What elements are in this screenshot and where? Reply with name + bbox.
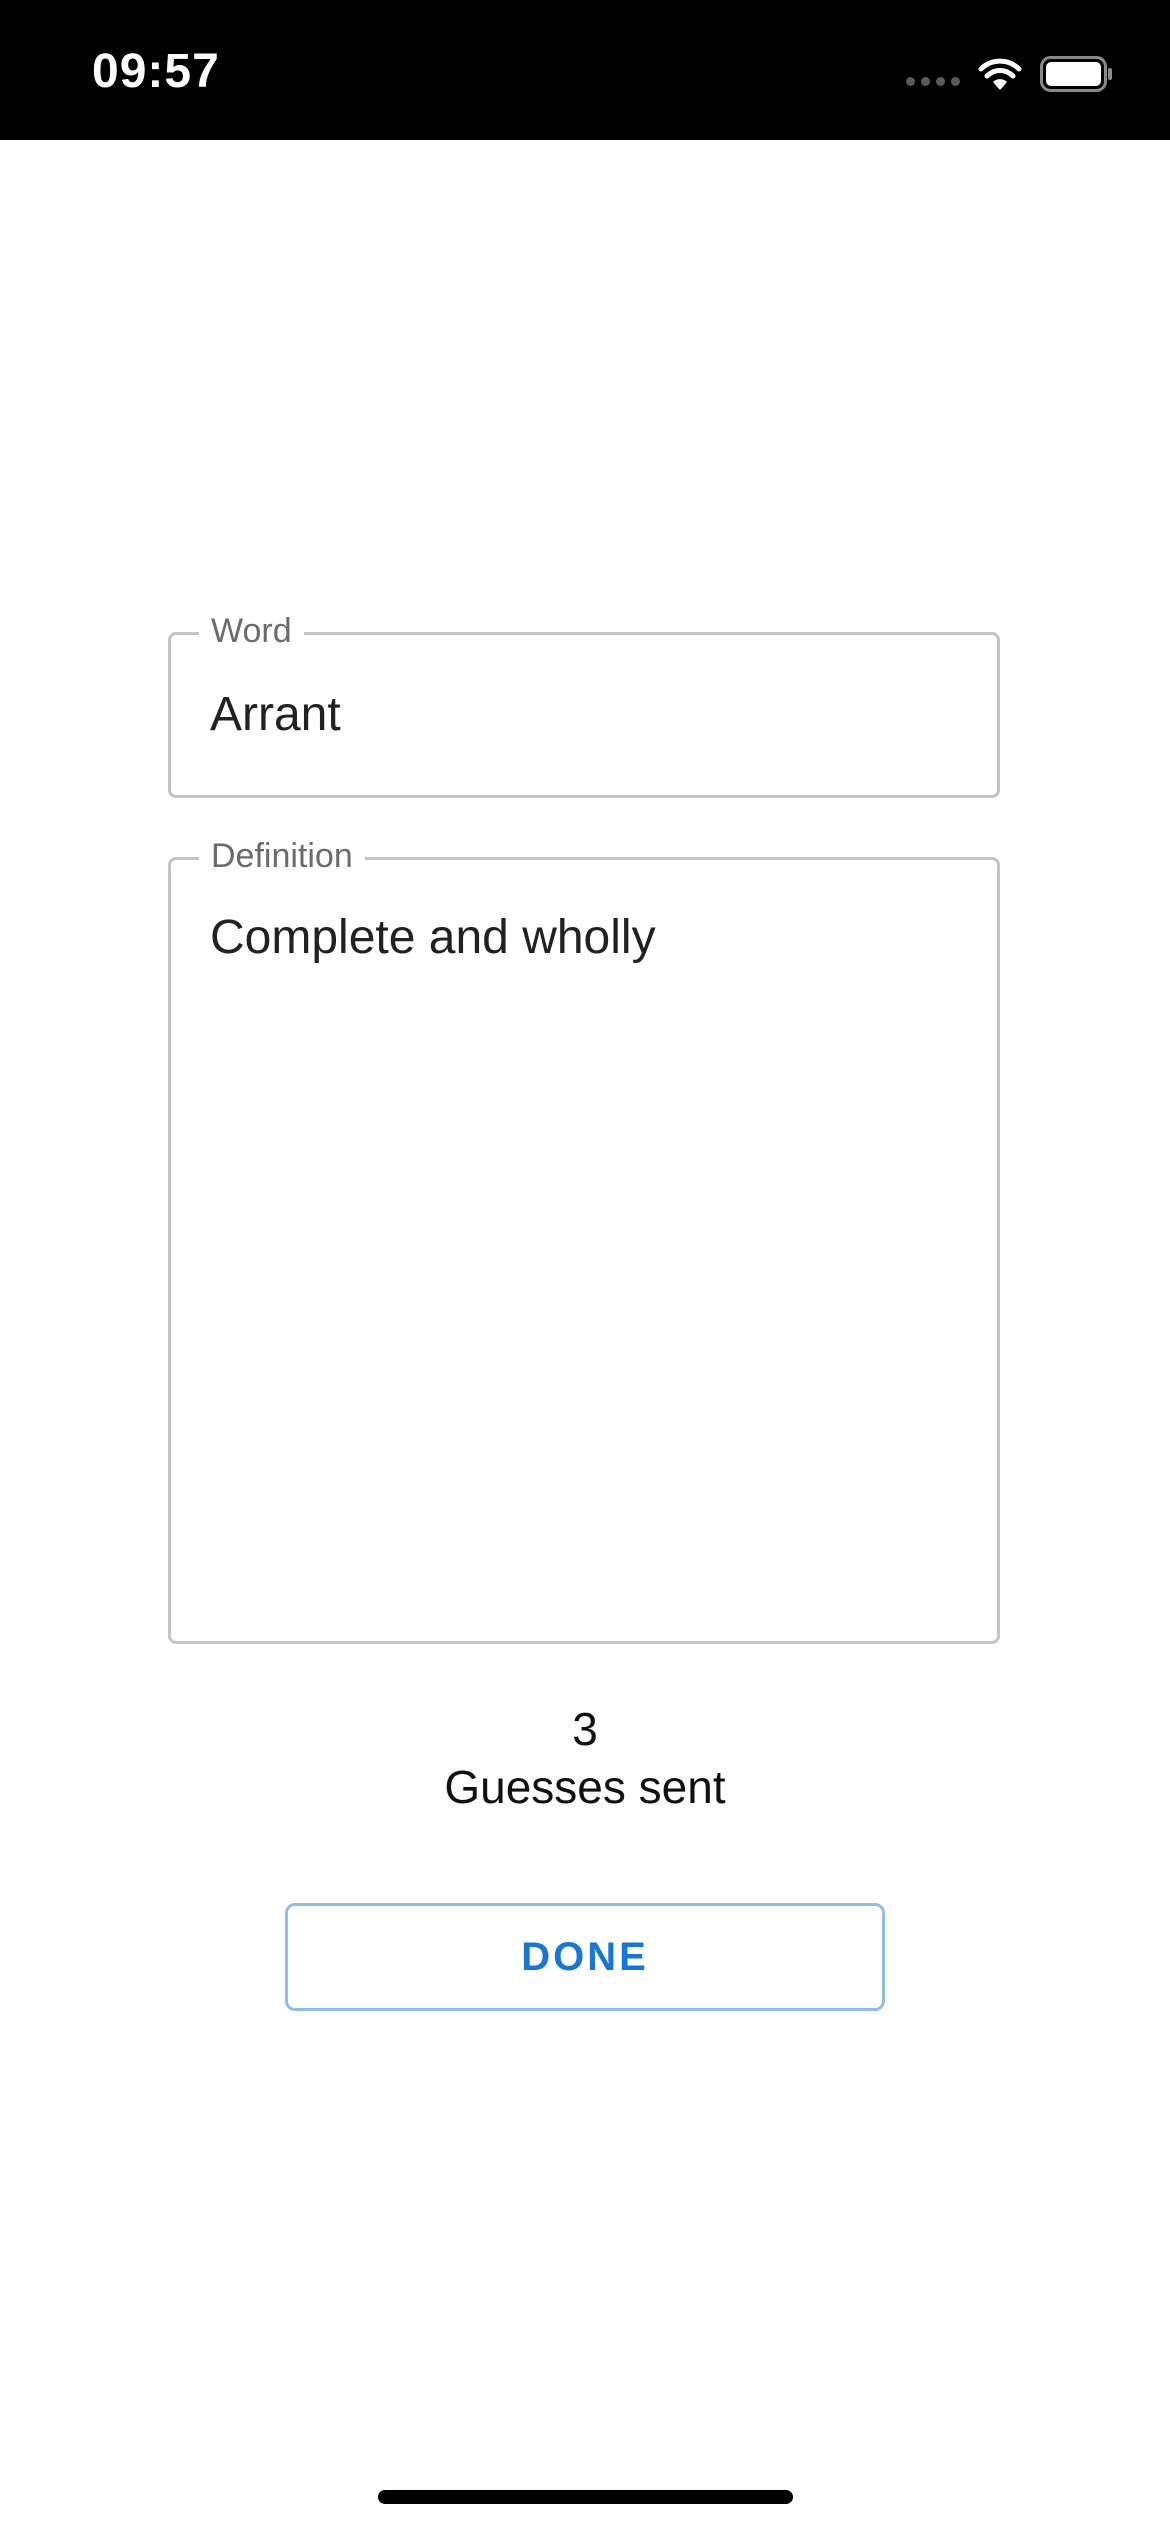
battery-icon <box>1040 56 1112 92</box>
status-time: 09:57 <box>92 45 220 98</box>
word-field-label: Word <box>199 609 304 653</box>
status-icons <box>906 52 1114 96</box>
word-field[interactable]: Word Arrant <box>168 609 1000 798</box>
guesses-sent-label: Guesses sent <box>444 1761 726 1813</box>
cellular-signal-icon <box>906 76 960 86</box>
wifi-icon <box>978 58 1022 90</box>
definition-field-label: Definition <box>199 834 365 878</box>
definition-field[interactable]: Definition Complete and wholly <box>168 834 1000 1644</box>
guesses-count: 3 <box>572 1703 598 1755</box>
home-indicator[interactable] <box>378 2490 793 2504</box>
definition-field-value[interactable]: Complete and wholly <box>210 908 656 968</box>
status-bar: 09:57 <box>0 0 1170 140</box>
word-field-value[interactable]: Arrant <box>210 685 341 745</box>
done-button[interactable]: DONE <box>285 1903 885 2011</box>
